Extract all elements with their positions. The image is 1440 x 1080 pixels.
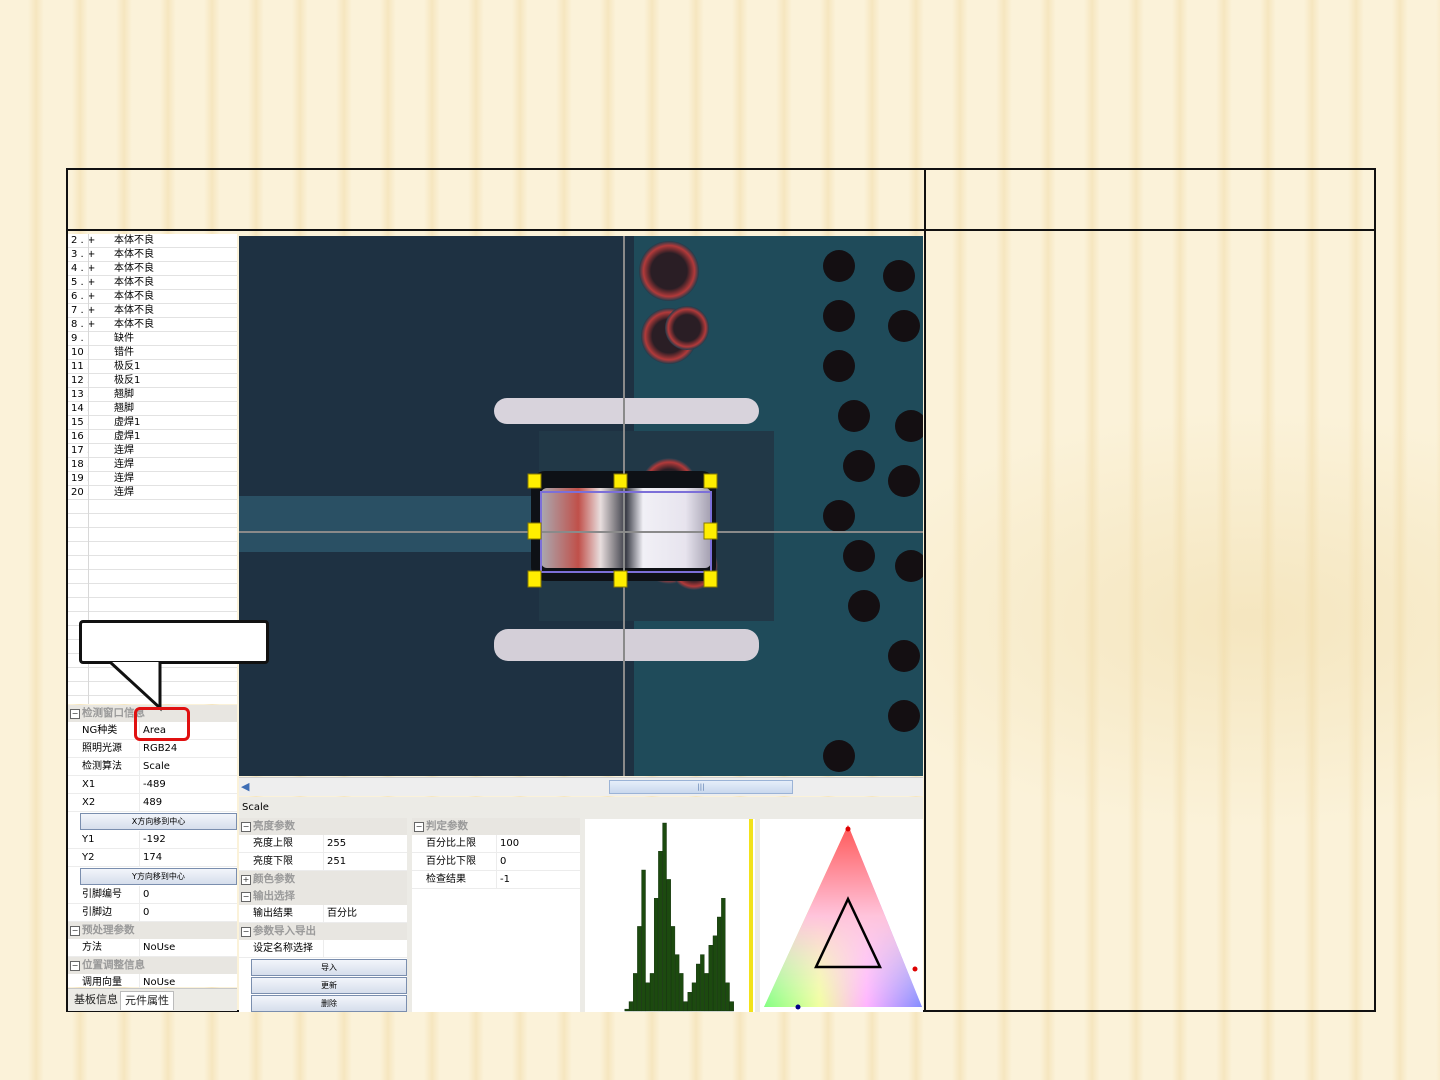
highlight-box [134,707,190,741]
callout-pointer [108,660,162,712]
